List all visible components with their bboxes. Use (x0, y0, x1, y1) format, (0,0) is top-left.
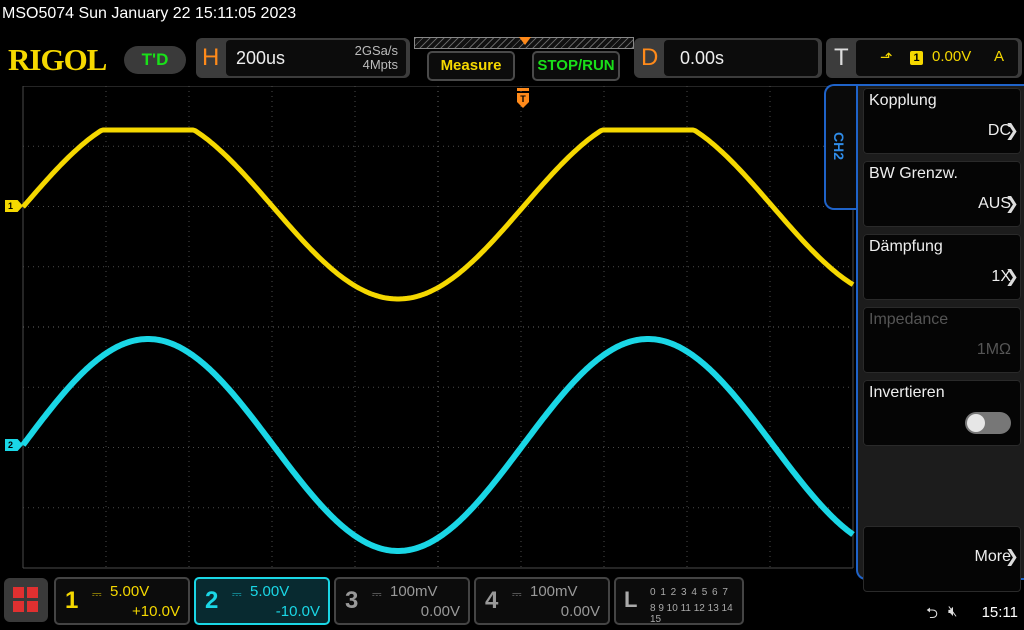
invert-toggle[interactable] (965, 412, 1011, 434)
menu-item-title: Kopplung (869, 92, 937, 109)
title-bar: MSO5074 Sun January 22 15:11:05 2023 (0, 0, 1024, 32)
channel-number: 2 (205, 587, 219, 614)
delay-display: 0.00s (664, 40, 818, 76)
measure-button[interactable]: Measure (427, 51, 515, 81)
channel-offset: +10.0V (132, 603, 180, 620)
channel-3-box[interactable]: 3 ⎓ 100mV 0.00V (334, 577, 470, 625)
trigger-display: ⬏ 1 0.00V A (856, 40, 1018, 76)
grid-menu-icon (27, 601, 38, 612)
channel-number: 4 (485, 587, 499, 614)
trigger-position-marker-icon[interactable]: T (516, 88, 530, 108)
device-title: MSO5074 Sun January 22 15:11:05 2023 (2, 5, 297, 22)
rising-edge-icon: ⬏ (880, 49, 893, 66)
grid-menu-icon (13, 601, 24, 612)
dc-coupling-icon: ⎓ (232, 587, 242, 601)
logic-channels-row-2: 8 9 10 11 12 13 14 15 (650, 603, 733, 625)
channel-number: 3 (345, 587, 359, 614)
menu-item-title: Invertieren (869, 384, 945, 401)
trigger-level: 0.00V (932, 48, 972, 65)
menu-item-daempfung[interactable]: Dämpfung 1X ❯ (863, 234, 1021, 300)
channel-1-box[interactable]: 1 ⎓ 5.00V +10.0V (54, 577, 190, 625)
channel-offset: 0.00V (420, 603, 460, 620)
clock-time: 15:11 (981, 604, 1018, 621)
channel-scale: 5.00V (250, 583, 290, 600)
channel-side-menu: Kopplung DC ❯ BW Grenzw. AUS ❯ Dämpfung … (856, 84, 1024, 592)
menu-item-kopplung[interactable]: Kopplung DC ❯ (863, 88, 1021, 154)
chevron-right-icon: ❯ (1004, 121, 1019, 140)
trigger-letter: T (834, 44, 849, 71)
trigger-mode: A (993, 48, 1004, 65)
stop-run-button[interactable]: STOP/RUN (532, 51, 620, 81)
menu-item-invertieren[interactable]: Invertieren (863, 380, 1021, 446)
sample-info: 2GSa/s 4Mpts (355, 44, 398, 72)
trigger-source-badge: 1 (910, 51, 923, 65)
channel-offset: 0.00V (560, 603, 600, 620)
logic-channels-row-1: 0 1 2 3 4 5 6 7 (650, 587, 729, 598)
waveform-display[interactable] (0, 86, 860, 574)
grid-menu-icon (13, 587, 24, 598)
chevron-right-icon: ❯ (1004, 547, 1019, 566)
delay-panel[interactable]: D 0.00s (634, 38, 822, 78)
menu-item-title: Dämpfung (869, 238, 943, 255)
memory-timeline (414, 37, 634, 49)
speaker-muted-icon[interactable]: 🔇︎ (948, 603, 957, 620)
delay-letter: D (641, 44, 659, 71)
delay-value: 0.00s (680, 48, 725, 68)
ch2-waveform (20, 336, 855, 554)
menu-item-impedance: Impedance 1MΩ (863, 307, 1021, 373)
channel-number: 1 (65, 587, 79, 614)
menu-item-bw-limit[interactable]: BW Grenzw. AUS ❯ (863, 161, 1021, 227)
horizontal-display: 200us 2GSa/s 4Mpts (226, 40, 406, 76)
trigger-marker-label: T (520, 94, 526, 104)
horizontal-letter: H (202, 44, 220, 71)
rigol-logo: RIGOL (8, 42, 107, 77)
sample-rate: 2GSa/s (354, 43, 398, 58)
top-toolbar: RIGOL T'D H 200us 2GSa/s 4Mpts Measure S… (0, 36, 1024, 84)
menu-item-value: 1MΩ (976, 341, 1011, 358)
menu-item-title: BW Grenzw. (869, 165, 958, 182)
dc-coupling-icon: ⎓ (372, 587, 382, 601)
timeline-trigger-pointer-icon (519, 37, 531, 45)
main-menu-button[interactable] (4, 578, 48, 622)
acquisition-status-pill[interactable]: T'D (124, 46, 186, 74)
chevron-right-icon: ❯ (1004, 267, 1019, 286)
toggle-knob (967, 414, 985, 432)
channel-scale: 100mV (390, 583, 438, 600)
grid-menu-icon (27, 587, 38, 598)
channel-scale: 100mV (530, 583, 578, 600)
waveform-canvas (20, 86, 855, 569)
ch1-waveform (21, 127, 855, 302)
channel-2-box[interactable]: 2 ⎓ 5.00V -10.0V (194, 577, 330, 625)
logic-analyzer-box[interactable]: L 0 1 2 3 4 5 6 7 8 9 10 11 12 13 14 15 (614, 577, 744, 625)
chevron-right-icon: ❯ (1004, 194, 1019, 213)
logic-letter: L (624, 587, 638, 612)
menu-item-title: Impedance (869, 311, 949, 328)
channel-scale: 5.00V (110, 583, 150, 600)
timebase-value: 200us (236, 48, 286, 68)
memory-depth: 4Mpts (362, 57, 398, 72)
trigger-panel[interactable]: T ⬏ 1 0.00V A (826, 38, 1022, 78)
usb-icon: ⮌ (926, 605, 939, 622)
channel-offset: -10.0V (275, 603, 320, 620)
channel-4-box[interactable]: 4 ⎓ 100mV 0.00V (474, 577, 610, 625)
side-menu-tab[interactable]: CH2 (824, 84, 858, 210)
side-menu-tab-label: CH2 (831, 132, 847, 161)
bottom-bar: 1 ⎓ 5.00V +10.0V 2 ⎓ 5.00V -10.0V 3 ⎓ 10… (0, 574, 1024, 630)
dc-coupling-icon: ⎓ (512, 587, 522, 601)
dc-coupling-icon: ⎓ (92, 587, 102, 601)
horizontal-panel[interactable]: H 200us 2GSa/s 4Mpts (196, 38, 410, 78)
